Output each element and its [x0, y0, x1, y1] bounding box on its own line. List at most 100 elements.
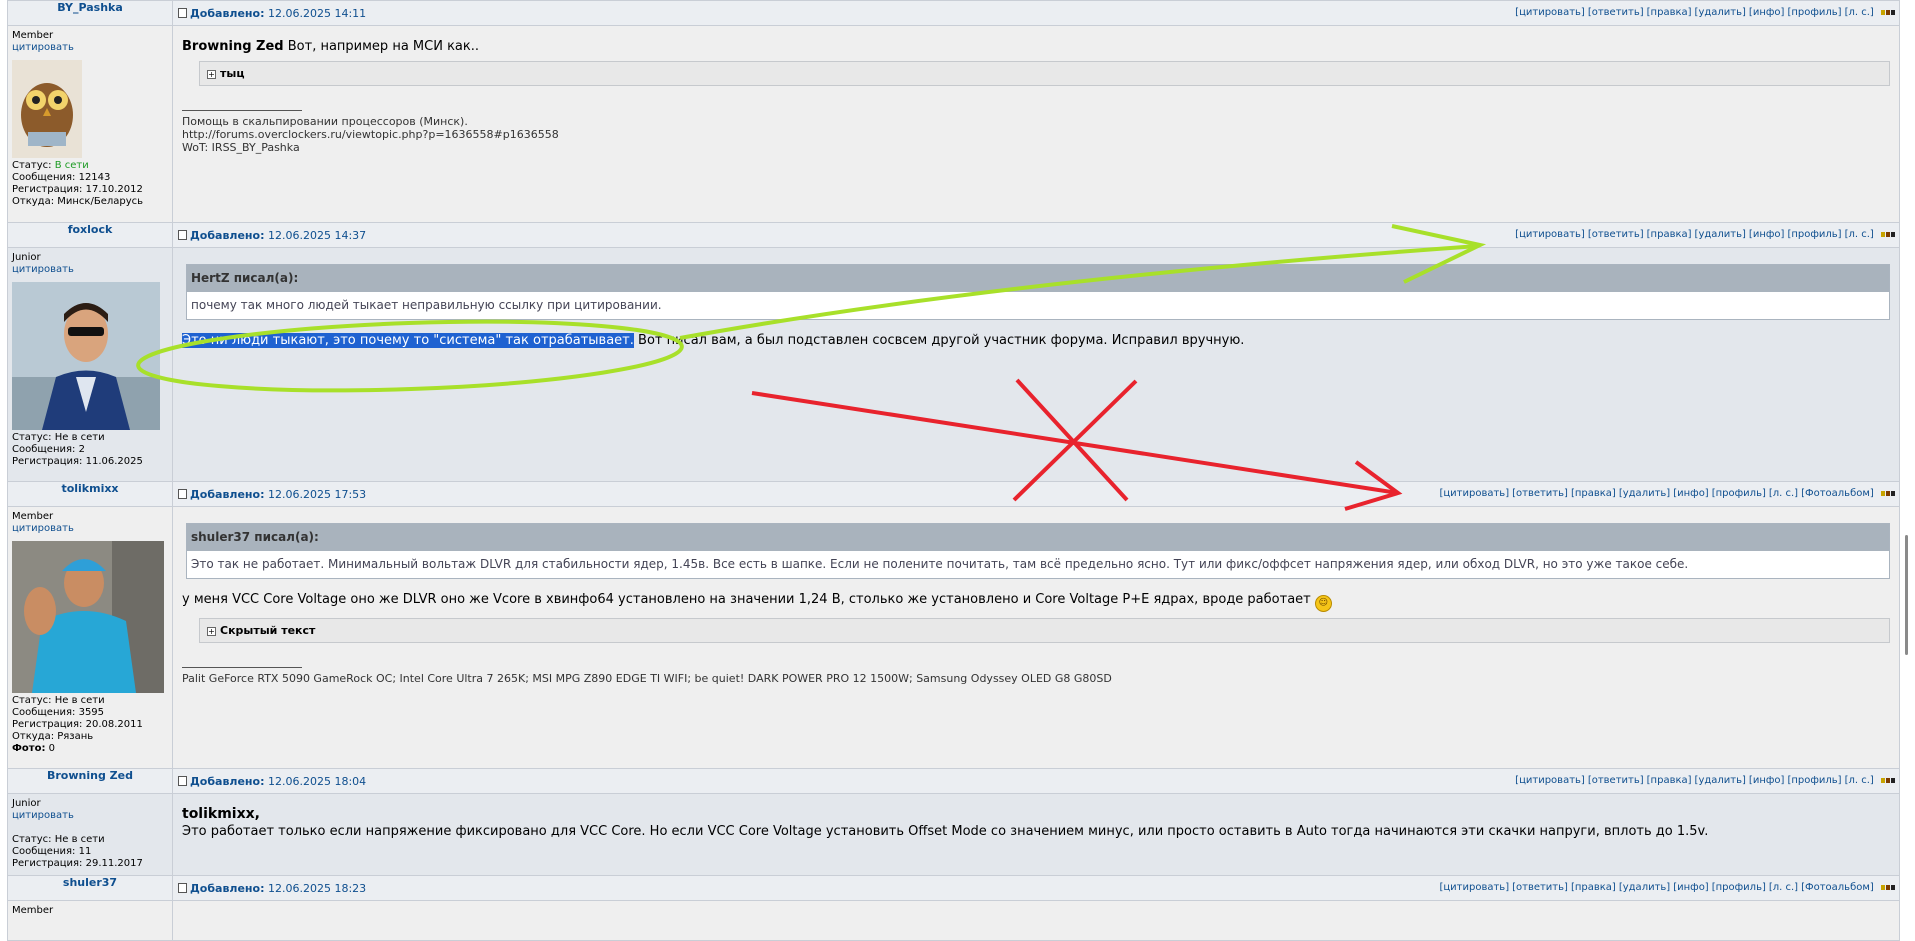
- signature: Palit GeForce RTX 5090 GameRock OC; Inte…: [182, 667, 1890, 685]
- edit-link[interactable]: [правка]: [1571, 882, 1616, 893]
- profile-link[interactable]: [профиль]: [1712, 882, 1766, 893]
- quote-text: почему так много людей тыкает неправильн…: [187, 292, 1889, 319]
- quote-header: HertZ писал(а):: [187, 265, 1889, 292]
- forum-topic: BY_Pashka Добавлено: 12.06.2025 14:11 [ц…: [7, 0, 1900, 941]
- album-link[interactable]: [Фотоальбом]: [1801, 488, 1874, 499]
- author-panel: Member: [7, 900, 173, 941]
- pm-link[interactable]: [л. с.]: [1845, 775, 1874, 786]
- cite-link[interactable]: [цитировать]: [1515, 775, 1585, 786]
- pm-link[interactable]: [л. с.]: [1769, 882, 1798, 893]
- signature-divider: [182, 110, 302, 111]
- post-date: 12.06.2025 18:23: [268, 882, 367, 895]
- user-rank: Member: [12, 30, 54, 41]
- post-author[interactable]: shuler37: [7, 875, 173, 901]
- post-body: [172, 900, 1900, 941]
- author-panel: Member цитировать Статус: Не в сети Сооб…: [7, 506, 173, 769]
- pm-link[interactable]: [л. с.]: [1845, 229, 1874, 240]
- album-link[interactable]: [Фотоальбом]: [1801, 882, 1874, 893]
- user-rank: Junior: [12, 252, 41, 263]
- reply-link[interactable]: [ответить]: [1588, 775, 1644, 786]
- edit-link[interactable]: [правка]: [1571, 488, 1616, 499]
- message-count: 11: [78, 846, 92, 857]
- scrollbar[interactable]: [1900, 0, 1915, 929]
- post-actions: [цитировать] [ответить] [правка] [удалить][…: [1436, 882, 1895, 893]
- reply-link[interactable]: [ответить]: [1588, 229, 1644, 240]
- user-rank: Member: [12, 905, 54, 916]
- post-author[interactable]: BY_Pashka: [7, 0, 173, 26]
- photo-count[interactable]: Фото: 0: [12, 743, 169, 755]
- message-count: 3595: [78, 707, 105, 718]
- reply-link[interactable]: [ответить]: [1512, 882, 1568, 893]
- post-actions: [цитировать] [ответить] [правка] [удалить][…: [1512, 7, 1895, 18]
- post-author[interactable]: foxlock: [7, 222, 173, 248]
- edit-link[interactable]: [правка]: [1647, 775, 1692, 786]
- signature-link[interactable]: http://forums.overclockers.ru/viewtopic.…: [182, 128, 1890, 141]
- post-header: BY_Pashka Добавлено: 12.06.2025 14:11 [ц…: [7, 0, 1900, 26]
- delete-link[interactable]: [удалить]: [1695, 229, 1746, 240]
- author-panel: Junior цитировать Статус: Не в сети Сооб…: [7, 247, 173, 482]
- spoiler-toggle[interactable]: + Скрытый текст: [199, 618, 1890, 643]
- post-author[interactable]: tolikmixx: [7, 481, 173, 507]
- cite-user-link[interactable]: цитировать: [12, 264, 169, 276]
- user-rank: Junior: [12, 798, 41, 809]
- post-icon: [178, 489, 187, 499]
- post-text: Это работает только если напряжение фикс…: [182, 824, 1709, 839]
- post-body: shuler37 писал(а): Это так не работает. …: [172, 506, 1900, 769]
- profile-link[interactable]: [профиль]: [1787, 775, 1841, 786]
- post-body: tolikmixx, Это работает только если напр…: [172, 793, 1900, 876]
- rating-icon: [1880, 488, 1895, 499]
- cite-link[interactable]: [цитировать]: [1515, 229, 1585, 240]
- pm-link[interactable]: [л. с.]: [1845, 7, 1874, 18]
- avatar: [12, 541, 164, 693]
- post-row: Member цитировать Статус: В сети Сообщен…: [7, 25, 1900, 223]
- info-link[interactable]: [инфо]: [1749, 229, 1785, 240]
- quote-block: shuler37 писал(а): Это так не работает. …: [186, 523, 1890, 579]
- post-header: Browning Zed Добавлено: 12.06.2025 18:04…: [7, 768, 1900, 794]
- edit-link[interactable]: [правка]: [1647, 229, 1692, 240]
- delete-link[interactable]: [удалить]: [1695, 775, 1746, 786]
- delete-link[interactable]: [удалить]: [1619, 488, 1670, 499]
- online-status: Не в сети: [54, 834, 105, 845]
- cite-link[interactable]: [цитировать]: [1515, 7, 1585, 18]
- reply-link[interactable]: [ответить]: [1512, 488, 1568, 499]
- profile-link[interactable]: [профиль]: [1712, 488, 1766, 499]
- post-author[interactable]: Browning Zed: [7, 768, 173, 794]
- user-rank: Member: [12, 511, 54, 522]
- cite-user-link[interactable]: цитировать: [12, 523, 169, 535]
- info-link[interactable]: [инфо]: [1749, 7, 1785, 18]
- info-link[interactable]: [инфо]: [1673, 882, 1709, 893]
- post-row: Junior цитировать Статус: Не в сети Сооб…: [7, 247, 1900, 482]
- post-text: Вот, например на МСИ как..: [287, 39, 479, 54]
- cite-user-link[interactable]: цитировать: [12, 42, 169, 54]
- grin-smiley-icon: ☺: [1314, 595, 1332, 612]
- delete-link[interactable]: [удалить]: [1619, 882, 1670, 893]
- post-actions: [цитировать] [ответить] [правка] [удалить][…: [1512, 229, 1895, 240]
- scrollbar-thumb[interactable]: [1905, 535, 1908, 655]
- pm-link[interactable]: [л. с.]: [1769, 488, 1798, 499]
- addressee[interactable]: tolikmixx,: [182, 806, 260, 822]
- post-date: 12.06.2025 18:04: [268, 775, 367, 788]
- info-link[interactable]: [инфо]: [1749, 775, 1785, 786]
- addressee[interactable]: Browning Zed: [182, 39, 284, 54]
- online-status: Не в сети: [54, 695, 105, 706]
- profile-link[interactable]: [профиль]: [1787, 7, 1841, 18]
- avatar: [12, 60, 82, 158]
- post-date: 12.06.2025 14:37: [268, 229, 367, 242]
- expand-icon: +: [207, 627, 216, 636]
- registration-date: 11.06.2025: [85, 456, 143, 467]
- post-date: 12.06.2025 17:53: [268, 488, 367, 501]
- spoiler-toggle[interactable]: + тыц: [199, 61, 1890, 86]
- edit-link[interactable]: [правка]: [1647, 7, 1692, 18]
- author-panel: Member цитировать Статус: В сети Сообщен…: [7, 25, 173, 223]
- profile-link[interactable]: [профиль]: [1787, 229, 1841, 240]
- cite-link[interactable]: [цитировать]: [1439, 488, 1509, 499]
- reply-link[interactable]: [ответить]: [1588, 7, 1644, 18]
- quote-block: HertZ писал(а): почему так много людей т…: [186, 264, 1890, 320]
- delete-link[interactable]: [удалить]: [1695, 7, 1746, 18]
- cite-link[interactable]: [цитировать]: [1439, 882, 1509, 893]
- info-link[interactable]: [инфо]: [1673, 488, 1709, 499]
- quote-header: shuler37 писал(а):: [187, 524, 1889, 551]
- signature-divider: [182, 667, 302, 668]
- cite-user-link[interactable]: цитировать: [12, 810, 169, 822]
- post-actions: [цитировать] [ответить] [правка] [удалить][…: [1512, 775, 1895, 786]
